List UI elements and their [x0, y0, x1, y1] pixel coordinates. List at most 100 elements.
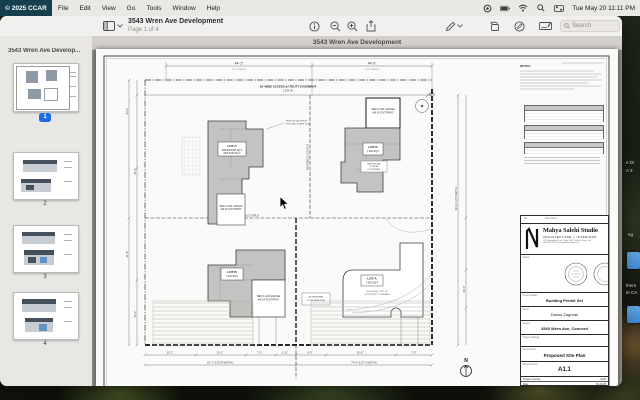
field-label: Project Address [523, 336, 540, 339]
landscape-grid [182, 137, 200, 175]
right-dimension-string [457, 94, 468, 347]
dim-label: 22'-1" [167, 350, 174, 354]
dim-label: 41'-8" [125, 251, 129, 258]
lot-b-garage-note: NEW 2-CAR GARAGE [257, 295, 281, 298]
desktop-file-icon[interactable] [627, 252, 640, 269]
chevron-down-icon[interactable] [456, 19, 464, 33]
page-thumbnail-1[interactable] [13, 63, 79, 112]
north-arrow: N [461, 358, 472, 377]
chevron-down-icon[interactable] [116, 19, 124, 33]
bottom-dimension-string [144, 354, 434, 367]
sidebar-document-name: 3543 Wren Ave Develop... [8, 48, 88, 54]
meta-label: Date [523, 383, 528, 386]
zoom-in-icon[interactable] [345, 19, 359, 33]
lot-d-house-note: 1,748 SF [370, 166, 380, 168]
table-footnotes [524, 157, 600, 166]
lot-d-building: NEW 2-CAR GARAGE 440 SF FOOTPRINT LOT D … [341, 98, 400, 192]
stamp-block: Stamp [521, 255, 608, 293]
sheet-name-row: Sheet Name Proposed Site Plan [521, 347, 608, 362]
lot-b-note: (E) DRIVEWAY [309, 296, 324, 299]
search-icon [564, 23, 570, 29]
menu-go[interactable]: Go [127, 5, 136, 12]
control-center-icon[interactable] [554, 4, 564, 13]
client-name: Darius Zagrean [521, 312, 608, 317]
desktop-icon-label: thern [626, 283, 636, 288]
field-label: Sheet Number [523, 363, 538, 366]
preview-window: 3543 Wren Ave Development Page 1 of 4 [0, 16, 622, 386]
lot-c-garage-note: 440 SF FOOTPRINT [220, 209, 242, 211]
dim-note: LOT D WIDTH [365, 69, 380, 71]
menu-bar: File Edit View Go Tools Window Help Tue … [0, 0, 640, 16]
meta-label: Project number [523, 378, 541, 381]
general-notes-lines [520, 63, 604, 89]
revision-desc-label: Description [545, 217, 557, 220]
studio-logo-icon [524, 227, 540, 251]
dim-label: 30'-5" [357, 350, 364, 354]
svg-text:N: N [464, 358, 468, 364]
desktop-file-icon[interactable] [627, 306, 640, 323]
page-indicator: Page 1 of 4 [128, 27, 159, 33]
lot-split-label: PROPOSED LOT SPLIT [307, 143, 310, 170]
lot-a-house-note: FOOTPRINT TO REMAIN [364, 293, 390, 296]
project-status-row: Project Status Building Permit Set [521, 293, 608, 307]
document-title: 3543 Wren Ave Development [128, 18, 223, 25]
dim-label: 2'-11" [282, 350, 288, 354]
info-icon[interactable] [307, 19, 321, 33]
lot-c-garage-note: NEW 2-CAR GARAGE [219, 205, 243, 208]
dim-label: 7'-2" [411, 350, 416, 354]
menu-window[interactable]: Window [173, 5, 196, 12]
sheet-number-row: Sheet Number A1.1 [521, 362, 608, 377]
screen-record-icon[interactable] [482, 4, 492, 13]
sheet-number: A1.1 [521, 367, 608, 373]
form-fill-icon[interactable] [538, 19, 552, 33]
menu-file[interactable]: File [58, 5, 68, 12]
lot-d-garage-note: 440 SF FOOTPRINT [372, 112, 394, 114]
studio-contact: t 925.555.0195 | mahyasalehistudio.com [543, 242, 608, 244]
studio-subtitle: ARCHITECTURE + INTERIORS [543, 235, 608, 239]
sheet-name: Proposed Site Plan [521, 353, 608, 358]
menu-help[interactable]: Help [207, 5, 220, 12]
spotlight-search-icon[interactable] [536, 4, 546, 13]
page-thumbnail-3[interactable] [13, 225, 79, 273]
lot-d-house-note: NEW HOUSE [367, 163, 381, 165]
lot-c-area-gross: GROSS 8,505 SQ F [222, 150, 243, 152]
menu-view[interactable]: View [102, 5, 116, 12]
easement-label: 16' WIDE ACCESS & UTILITY EASEMENT [260, 85, 317, 89]
page-thumbnail-2[interactable] [13, 152, 79, 200]
menu-bar-clock[interactable]: Tue May 20 11:11 PM [572, 5, 635, 12]
page-thumbnail-4[interactable] [13, 292, 79, 340]
driveway-hatch [153, 301, 430, 345]
lot-d-label: LOT D [368, 145, 378, 149]
tree-symbol [416, 93, 435, 113]
menu-edit[interactable]: Edit [79, 5, 90, 12]
zoom-out-icon[interactable] [328, 19, 342, 33]
stamp-label: Stamp [523, 256, 530, 259]
notes-title: NOTES [520, 64, 530, 68]
field-label: Project Status [523, 294, 538, 297]
lot-b-area: 7,210 SQ F [226, 275, 239, 278]
dim-label: 44'-0" [368, 62, 377, 66]
site-data-table [524, 105, 604, 122]
dim-label: 33'-0" [133, 311, 137, 318]
lot-area-table [524, 125, 604, 139]
document-content-area[interactable]: 3543 Wren Ave Development [92, 36, 622, 386]
app-menus: File Edit View Go Tools Window Help [58, 5, 220, 12]
dim-label: 44'-1" [235, 62, 244, 66]
lot-b-label: LOT B [227, 270, 237, 274]
rotate-icon[interactable] [487, 19, 501, 33]
search-field[interactable]: Search [560, 20, 620, 32]
annotate-icon[interactable] [512, 19, 526, 33]
markup-pen-icon[interactable] [443, 19, 457, 33]
lot-a-label: LOT A [367, 277, 377, 281]
sidebar-toggle-icon[interactable] [102, 19, 116, 33]
revision-no-label: No. [524, 217, 528, 220]
left-dimension-string [128, 79, 139, 347]
top-dimension-string [165, 62, 434, 95]
battery-icon[interactable] [500, 4, 510, 13]
desktop-icon-label: te CA [626, 290, 637, 295]
project-address-row: Project Address [521, 335, 608, 347]
share-icon[interactable] [364, 19, 378, 33]
pdf-sheet-site-plan: 44'-1" LOT C WIDTH 44'-0" LOT D WIDTH 33… [96, 49, 618, 386]
wifi-icon[interactable] [518, 4, 528, 13]
menu-tools[interactable]: Tools [146, 5, 161, 12]
